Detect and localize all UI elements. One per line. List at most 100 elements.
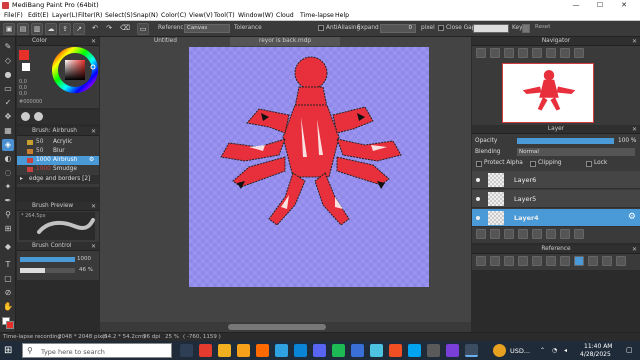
- foreground-color-swatch[interactable]: [6, 321, 14, 329]
- hand-tool-icon[interactable]: ✋: [2, 301, 14, 313]
- close-gaps-checkbox[interactable]: [438, 25, 444, 31]
- cloud-icon[interactable]: ☁: [45, 23, 57, 35]
- key-toggle[interactable]: [522, 24, 530, 33]
- move-tool-icon[interactable]: ✥: [2, 111, 14, 123]
- reset-view-icon[interactable]: [574, 48, 584, 58]
- volume-icon[interactable]: ◂: [564, 347, 567, 354]
- flip-icon[interactable]: [560, 48, 570, 58]
- palette-icon[interactable]: [21, 112, 30, 121]
- zoom-in-icon[interactable]: [476, 48, 486, 58]
- app-icon[interactable]: [370, 344, 383, 357]
- lock-checkbox[interactable]: [586, 161, 592, 167]
- gradient-tool-icon[interactable]: ▦: [2, 125, 14, 137]
- zoom-out-icon[interactable]: [490, 48, 500, 58]
- visibility-icon[interactable]: [476, 178, 480, 182]
- menu-snap[interactable]: Snap(N): [133, 12, 158, 19]
- layer-row[interactable]: Layer6: [472, 171, 640, 189]
- flip-icon[interactable]: [588, 256, 598, 266]
- menu-file[interactable]: File(F): [4, 12, 23, 19]
- frame-tool-icon[interactable]: ▢: [2, 273, 14, 285]
- size-slider[interactable]: [20, 257, 75, 262]
- bucket-icon[interactable]: ◆: [2, 241, 14, 253]
- app-icon[interactable]: [294, 344, 307, 357]
- clock-date[interactable]: 4/28/2025: [580, 351, 611, 358]
- opacity-slider[interactable]: [20, 268, 75, 273]
- actual-size-icon[interactable]: [546, 256, 556, 266]
- folder-layer-icon[interactable]: [518, 229, 528, 239]
- layer-opacity-slider[interactable]: [517, 138, 614, 144]
- currency-widget[interactable]: USD...: [510, 347, 530, 355]
- rotate-icon[interactable]: [560, 256, 570, 266]
- brush-tool-icon[interactable]: ✎: [2, 41, 14, 53]
- pen-tool-icon[interactable]: ✒: [2, 195, 14, 207]
- notification-icon[interactable]: ▢: [626, 346, 633, 354]
- tab-active-document[interactable]: reyor is back.mdp: [230, 37, 340, 46]
- drawing-canvas[interactable]: [189, 47, 429, 287]
- menu-select[interactable]: Select(S): [105, 12, 133, 19]
- export-icon[interactable]: ⇪: [59, 23, 71, 35]
- taskbar-search[interactable]: ⚲ Type here to search: [22, 343, 172, 358]
- weather-icon[interactable]: [493, 344, 506, 357]
- app-icon[interactable]: [427, 344, 440, 357]
- app-icon[interactable]: [446, 344, 459, 357]
- save-icon[interactable]: ▤: [17, 23, 29, 35]
- new-halftone-layer-icon[interactable]: [490, 229, 500, 239]
- tray-chevron-icon[interactable]: ⌃: [540, 347, 545, 354]
- close-gaps-slider[interactable]: [473, 24, 509, 33]
- menu-help[interactable]: Help: [335, 12, 349, 19]
- brush-item[interactable]: 50 Blur: [17, 147, 99, 156]
- clipping-checkbox[interactable]: [530, 161, 536, 167]
- app-icon[interactable]: [256, 344, 269, 357]
- undo-icon[interactable]: ↶: [89, 23, 101, 35]
- open-image-icon[interactable]: [476, 256, 486, 266]
- rotate-right-icon[interactable]: [546, 48, 556, 58]
- brush-item[interactable]: 50 Acrylic: [17, 138, 99, 147]
- menu-color[interactable]: Color(C): [161, 12, 186, 19]
- close-icon[interactable]: ✕: [91, 202, 96, 211]
- brush-item-selected[interactable]: 1000 Airbrush ⚙: [17, 156, 99, 165]
- menu-layer[interactable]: Layer(L): [52, 12, 78, 19]
- app-icon[interactable]: [313, 344, 326, 357]
- color-wheel[interactable]: [52, 47, 98, 93]
- horizontal-scrollbar[interactable]: [100, 322, 471, 332]
- brush-item[interactable]: 1000 Smudge: [17, 165, 99, 174]
- app-icon[interactable]: [237, 344, 250, 357]
- layer-row-selected[interactable]: Layer4 ⚙: [472, 209, 640, 227]
- wheel-icon[interactable]: [34, 112, 43, 121]
- delete-icon[interactable]: [616, 256, 626, 266]
- delete-layer-icon[interactable]: [574, 229, 584, 239]
- close-icon[interactable]: ✕: [632, 37, 637, 46]
- navigator-preview[interactable]: [502, 63, 594, 123]
- close-button[interactable]: ✕: [616, 0, 632, 11]
- transform-icon[interactable]: ▭: [137, 23, 149, 35]
- rect-tool-icon[interactable]: ▭: [2, 83, 14, 95]
- menu-edit[interactable]: Edit(E): [28, 12, 49, 19]
- app-icon[interactable]: [408, 344, 421, 357]
- fit-icon[interactable]: [532, 256, 542, 266]
- reset-icon[interactable]: [602, 256, 612, 266]
- close-icon[interactable]: ✕: [632, 245, 637, 254]
- lasso-tool-icon[interactable]: ◌: [2, 167, 14, 179]
- menu-filter[interactable]: Filter(R): [78, 12, 102, 19]
- settings-icon[interactable]: ⚙: [89, 156, 94, 165]
- blending-select[interactable]: Normal: [517, 148, 635, 156]
- fit-icon[interactable]: [504, 48, 514, 58]
- select-tool-icon[interactable]: ✓: [2, 97, 14, 109]
- browser-icon[interactable]: [389, 344, 402, 357]
- folder-icon[interactable]: ▥: [31, 23, 43, 35]
- fill-tool-icon[interactable]: ◈: [2, 139, 14, 151]
- share-icon[interactable]: ↗: [73, 23, 85, 35]
- menu-cloud[interactable]: Cloud: [276, 12, 294, 19]
- divide-tool-icon[interactable]: ⊞: [2, 223, 14, 235]
- primary-color[interactable]: [19, 50, 29, 60]
- layer-settings-icon[interactable]: ⚙: [628, 212, 636, 222]
- copy-layer-icon[interactable]: [504, 229, 514, 239]
- medibang-taskbar-icon[interactable]: [465, 344, 478, 357]
- menu-timelapse[interactable]: Time-lapse: [300, 12, 334, 19]
- bucket-tool-icon[interactable]: ▣: [3, 23, 15, 35]
- eraser-tool-icon[interactable]: ◇: [2, 55, 14, 67]
- menu-window[interactable]: Window(W): [238, 12, 273, 19]
- redo-icon[interactable]: ↷: [103, 23, 115, 35]
- clock-time[interactable]: 11:40 AM: [584, 343, 612, 350]
- menu-tool[interactable]: Tool(T): [214, 12, 235, 19]
